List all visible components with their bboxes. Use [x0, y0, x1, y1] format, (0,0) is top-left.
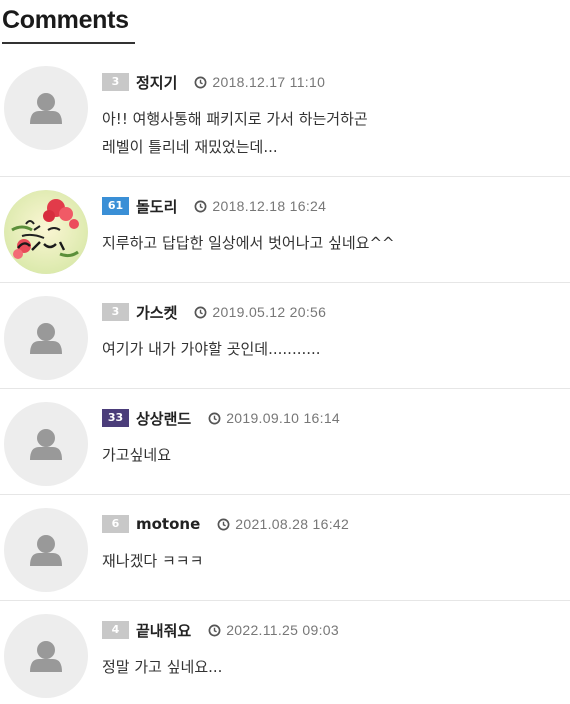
nickname-link[interactable]: 정지기 [136, 72, 177, 93]
nickname-link[interactable]: 끝내줘요 [136, 620, 191, 641]
user-silhouette-icon[interactable] [4, 402, 88, 486]
comment-text-line: 아!! 여행사통해 패키지로 가서 하는거하곤 [102, 110, 368, 128]
comment-item: 61 돌도리 2018.12.18 16:24 지루하고 답답한 일상에서 벗어나고 … [0, 176, 570, 282]
comment-body: 정말 가고 싶네요... [102, 653, 562, 681]
comment-date: 2018.12.18 16:24 [212, 198, 327, 214]
clock-icon [194, 200, 212, 213]
comment-meta: 6 motone 2021.08.28 16:42 [102, 514, 349, 534]
clock-icon [208, 624, 226, 637]
comment-item: 3 가스켓 2019.05.12 20:56 여기가 내가 가야할 곳인데......… [0, 282, 570, 388]
clock-icon [208, 412, 226, 425]
comment-text-line: 여기가 내가 가야할 곳인데........... [102, 340, 321, 358]
section-title: Comments [2, 6, 129, 34]
level-badge: 61 [102, 197, 129, 215]
comment-item: 33 상상랜드 2019.09.10 16:14 가고싶네요 [0, 388, 570, 494]
comment-date: 2019.05.12 20:56 [212, 304, 327, 320]
comment-body: 가고싶네요 [102, 441, 562, 469]
level-badge: 3 [102, 303, 129, 321]
comment-meta: 3 정지기 2018.12.17 11:10 [102, 72, 325, 92]
comment-date: 2019.09.10 16:14 [226, 410, 340, 426]
level-badge: 6 [102, 515, 129, 533]
level-badge: 33 [102, 409, 129, 427]
user-silhouette-icon[interactable] [4, 508, 88, 592]
user-avatar-image[interactable] [4, 190, 88, 274]
nickname-link[interactable]: 돌도리 [136, 196, 177, 217]
comments-section: Comments 3 정지기 2018.12.17 11:10 아!! 여행사통해 패… [0, 0, 570, 704]
comment-meta: 3 가스켓 2019.05.12 20:56 [102, 302, 326, 322]
comment-text-line: 정말 가고 싶네요... [102, 658, 223, 676]
comment-text-line: 재나겠다 ㅋㅋㅋ [102, 552, 204, 570]
comment-meta: 4 끝내줘요 2022.11.25 09:03 [102, 620, 339, 640]
comment-body: 지루하고 답답한 일상에서 벗어나고 싶네요^^ [102, 229, 562, 257]
comment-item: 3 정지기 2018.12.17 11:10 아!! 여행사통해 패키지로 가서 하는… [0, 53, 570, 176]
comment-item: 6 motone 2021.08.28 16:42 재나겠다 ㅋㅋㅋ [0, 494, 570, 600]
user-silhouette-icon[interactable] [4, 296, 88, 380]
clock-icon [217, 518, 235, 531]
comment-text-line: 레벨이 틀리네 재밌었는데... [102, 138, 278, 156]
comment-text-line: 가고싶네요 [102, 446, 172, 464]
comment-body: 재나겠다 ㅋㅋㅋ [102, 547, 562, 575]
comment-date: 2018.12.17 11:10 [212, 74, 326, 90]
comment-body: 아!! 여행사통해 패키지로 가서 하는거하곤레벨이 틀리네 재밌었는데... [102, 105, 562, 161]
level-badge: 4 [102, 621, 129, 639]
nickname-link[interactable]: 가스켓 [136, 302, 177, 323]
comment-item: 4 끝내줘요 2022.11.25 09:03 정말 가고 싶네요... [0, 600, 570, 704]
comment-meta: 61 돌도리 2018.12.18 16:24 [102, 196, 326, 216]
clock-icon [194, 306, 212, 319]
nickname-link[interactable]: 상상랜드 [136, 408, 191, 429]
user-silhouette-icon[interactable] [4, 614, 88, 698]
nickname-link[interactable]: motone [136, 515, 200, 533]
title-underline [2, 42, 135, 44]
user-silhouette-icon[interactable] [4, 66, 88, 150]
clock-icon [194, 76, 212, 89]
comment-meta: 33 상상랜드 2019.09.10 16:14 [102, 408, 340, 428]
comment-body: 여기가 내가 가야할 곳인데........... [102, 335, 562, 363]
level-badge: 3 [102, 73, 129, 91]
comment-date: 2021.08.28 16:42 [235, 516, 350, 532]
comment-date: 2022.11.25 09:03 [226, 622, 339, 638]
comment-text-line: 지루하고 답답한 일상에서 벗어나고 싶네요^^ [102, 234, 395, 252]
